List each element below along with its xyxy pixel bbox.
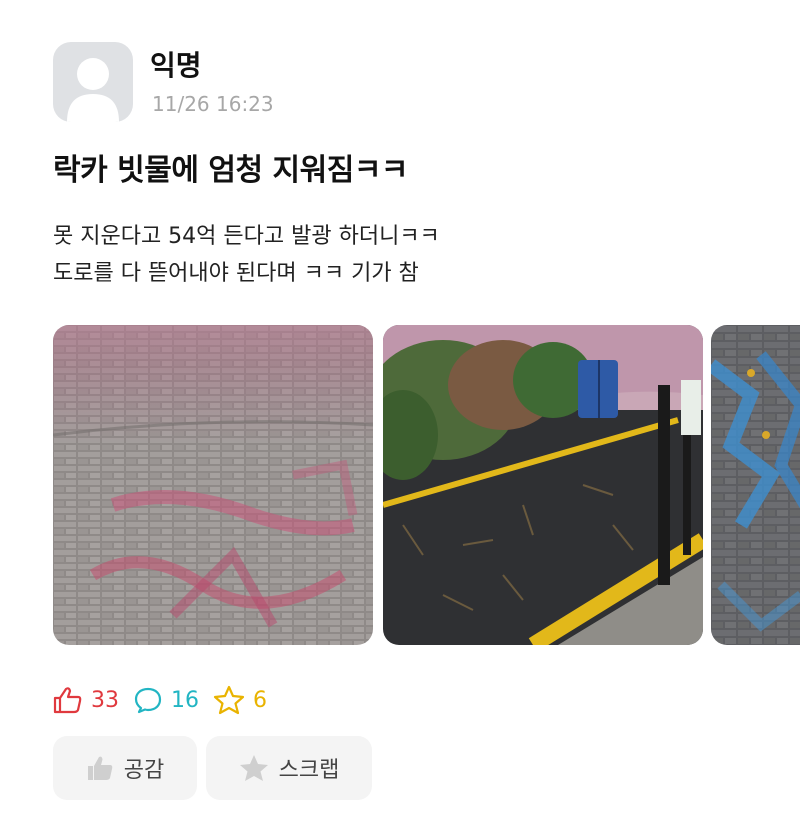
- thumbs-up-icon: [87, 756, 112, 780]
- post-image-2[interactable]: [383, 325, 703, 645]
- post-body-line: 도로를 다 뜯어내야 된다며 ㅋㅋ 기가 참: [53, 261, 419, 286]
- scrap-count: 6: [213, 685, 267, 715]
- post-timestamp: 11/26 16:23: [152, 92, 274, 116]
- speech-bubble-icon: [134, 687, 162, 714]
- comment-count-value: 16: [171, 687, 199, 713]
- empathy-button-label: 공감: [123, 758, 165, 783]
- photo-asphalt-path-yellow-line: [383, 325, 703, 645]
- post-title: 락카 빗물에 엄청 지워짐ㅋㅋ: [53, 153, 409, 188]
- post-image-3[interactable]: [711, 325, 800, 645]
- post-image-1[interactable]: [53, 325, 373, 645]
- scrap-button-label: 스크랩: [278, 758, 340, 783]
- avatar[interactable]: [53, 42, 133, 122]
- like-count-value: 33: [91, 687, 119, 713]
- scrap-button[interactable]: 스크랩: [206, 736, 372, 800]
- star-icon: [213, 685, 245, 715]
- post-body-line: 못 지운다고 54억 든다고 발광 하더니ㅋㅋ: [53, 224, 440, 249]
- anonymous-user-icon: [67, 58, 119, 122]
- like-count: 33: [53, 686, 119, 714]
- photo-brick-blue-spray-partial: [711, 325, 800, 645]
- scrap-count-value: 6: [253, 687, 267, 713]
- comment-count: 16: [133, 686, 199, 714]
- photo-brick-plaza-pink-spray: [53, 325, 373, 645]
- thumbs-up-icon: [53, 687, 82, 714]
- star-icon: [239, 755, 268, 781]
- post-stats: 33 16 6: [53, 684, 281, 716]
- author-name: 익명: [150, 49, 202, 82]
- empathy-button[interactable]: 공감: [53, 736, 197, 800]
